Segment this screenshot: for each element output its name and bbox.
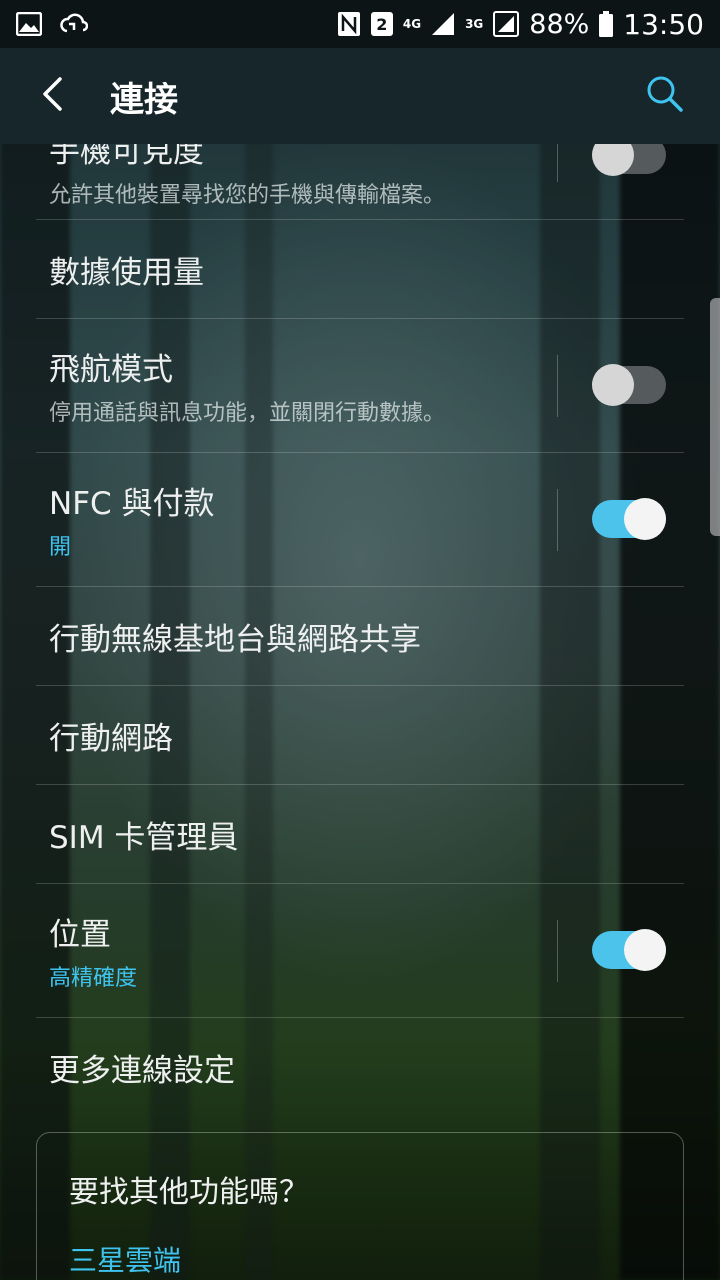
setting-title: 更多連線設定 xyxy=(49,1053,235,1089)
scroll-indicator[interactable] xyxy=(710,298,720,536)
setting-hotspot-tethering[interactable]: 行動無線基地台與網路共享 xyxy=(36,587,684,686)
setting-location[interactable]: 位置 高精確度 xyxy=(36,884,684,1018)
setting-subtitle: 停用通話與訊息功能，並關閉行動數據。 xyxy=(49,401,446,426)
setting-more-connection[interactable]: 更多連線設定 xyxy=(36,1018,684,1117)
suggestion-title: 要找其他功能嗎？ xyxy=(69,1175,309,1210)
network-type-3g: 3G xyxy=(465,17,484,31)
search-button[interactable] xyxy=(610,48,720,144)
network-type-4g: 4G xyxy=(402,17,422,31)
setting-title: 行動網路 xyxy=(49,720,173,757)
row-divider xyxy=(556,140,558,182)
signal-icon xyxy=(493,11,520,37)
settings-list: 手機可見度 允許其他裝置尋找您的手機與傳輸檔案。 數據使用量 飛航模式 停用通話… xyxy=(36,96,684,1117)
setting-status: 高精確度 xyxy=(49,966,138,991)
page-title: 連接 xyxy=(110,79,178,120)
nfc-icon xyxy=(337,11,361,37)
search-icon xyxy=(646,75,684,117)
battery-percent: 88% xyxy=(529,8,590,40)
row-divider xyxy=(556,489,558,551)
setting-mobile-network[interactable]: 行動網路 xyxy=(36,686,684,785)
status-bar: 2 4G 3G 88% 13:50 xyxy=(0,0,720,48)
toggle-knob xyxy=(592,364,634,406)
airplane-mode-toggle[interactable] xyxy=(592,364,666,406)
setting-data-usage[interactable]: 數據使用量 xyxy=(36,220,684,319)
setting-sim-manager[interactable]: SIM 卡管理員 xyxy=(36,785,684,884)
app-bar: 連接 xyxy=(0,48,720,144)
setting-airplane-mode[interactable]: 飛航模式 停用通話與訊息功能，並關閉行動數據。 xyxy=(36,319,684,453)
setting-nfc-payment[interactable]: NFC 與付款 開 xyxy=(36,453,684,587)
clock: 13:50 xyxy=(623,7,704,41)
setting-title: 行動無線基地台與網路共享 xyxy=(49,621,421,658)
setting-title: 位置 xyxy=(49,917,111,953)
setting-status: 開 xyxy=(49,535,72,560)
chevron-left-icon xyxy=(40,76,64,116)
nfc-toggle[interactable] xyxy=(592,498,666,540)
signal-icon xyxy=(431,12,455,36)
sim-2-badge: 2 xyxy=(370,12,393,36)
toggle-knob xyxy=(624,498,666,540)
setting-title: 數據使用量 xyxy=(49,254,204,291)
setting-title: NFC 與付款 xyxy=(49,486,215,522)
toggle-knob xyxy=(624,929,666,971)
location-toggle[interactable] xyxy=(592,929,666,971)
battery-icon xyxy=(599,11,614,37)
setting-title: 飛航模式 xyxy=(49,352,173,388)
cloud-sync-icon xyxy=(60,12,88,36)
row-divider xyxy=(556,920,558,982)
setting-subtitle: 允許其他裝置尋找您的手機與傳輸檔案。 xyxy=(49,183,446,208)
row-divider xyxy=(556,355,558,417)
suggestion-card: 要找其他功能嗎？ 三星雲端 xyxy=(36,1132,684,1280)
setting-title: SIM 卡管理員 xyxy=(49,819,239,856)
gallery-icon xyxy=(16,12,42,36)
back-button[interactable] xyxy=(0,48,110,144)
samsung-cloud-link[interactable]: 三星雲端 xyxy=(69,1239,651,1279)
